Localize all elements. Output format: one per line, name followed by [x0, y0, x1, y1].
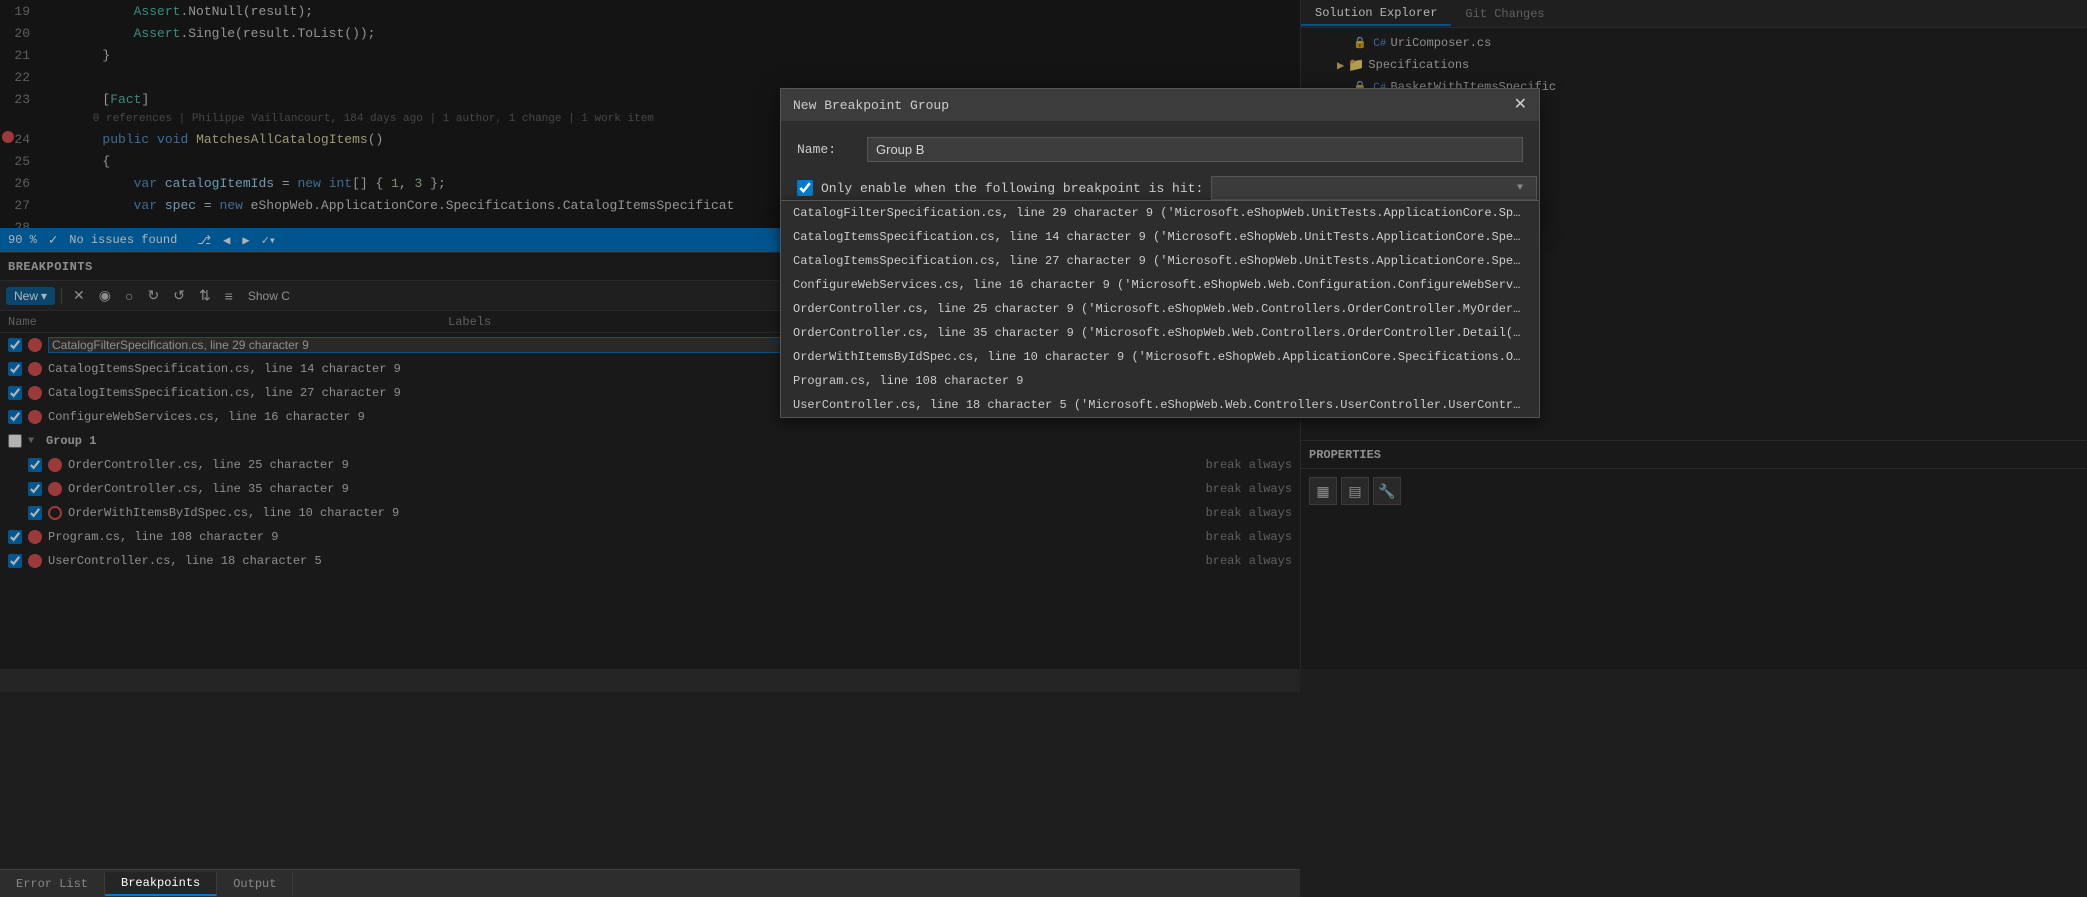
- dropdown-item-7[interactable]: OrderWithItemsByIdSpec.cs, line 10 chara…: [781, 345, 1539, 369]
- dialog-name-row: Name:: [797, 137, 1523, 162]
- dialog-breakpoint-dropdown[interactable]: [1211, 176, 1537, 200]
- dropdown-item-8[interactable]: Program.cs, line 108 character 9: [781, 369, 1539, 393]
- dropdown-item-4[interactable]: ConfigureWebServices.cs, line 16 charact…: [781, 273, 1539, 297]
- tab-breakpoints[interactable]: Breakpoints: [105, 872, 217, 896]
- dialog-title-bar: New Breakpoint Group ✕: [781, 89, 1539, 121]
- dialog-checkbox-label: Only enable when the following breakpoin…: [821, 181, 1203, 196]
- bottom-tabs: Error List Breakpoints Output: [0, 869, 1300, 897]
- dropdown-item-6[interactable]: OrderController.cs, line 35 character 9 …: [781, 321, 1539, 345]
- dialog-enable-checkbox[interactable]: [797, 180, 813, 196]
- dialog-close-button[interactable]: ✕: [1514, 97, 1527, 113]
- tab-output[interactable]: Output: [217, 873, 293, 895]
- dropdown-item-5[interactable]: OrderController.cs, line 25 character 9 …: [781, 297, 1539, 321]
- tab-error-list[interactable]: Error List: [0, 873, 105, 895]
- dialog-name-label: Name:: [797, 142, 857, 157]
- dropdown-item-3[interactable]: CatalogItemsSpecification.cs, line 27 ch…: [781, 249, 1539, 273]
- dropdown-item-1[interactable]: CatalogFilterSpecification.cs, line 29 c…: [781, 201, 1539, 225]
- dialog-title: New Breakpoint Group: [793, 98, 949, 113]
- dialog-checkbox-row: Only enable when the following breakpoin…: [797, 176, 1523, 200]
- dialog-name-input[interactable]: [867, 137, 1523, 162]
- dropdown-item-2[interactable]: CatalogItemsSpecification.cs, line 14 ch…: [781, 225, 1539, 249]
- breakpoint-dropdown-list[interactable]: CatalogFilterSpecification.cs, line 29 c…: [780, 200, 1540, 418]
- dropdown-item-9[interactable]: UserController.cs, line 18 character 5 (…: [781, 393, 1539, 417]
